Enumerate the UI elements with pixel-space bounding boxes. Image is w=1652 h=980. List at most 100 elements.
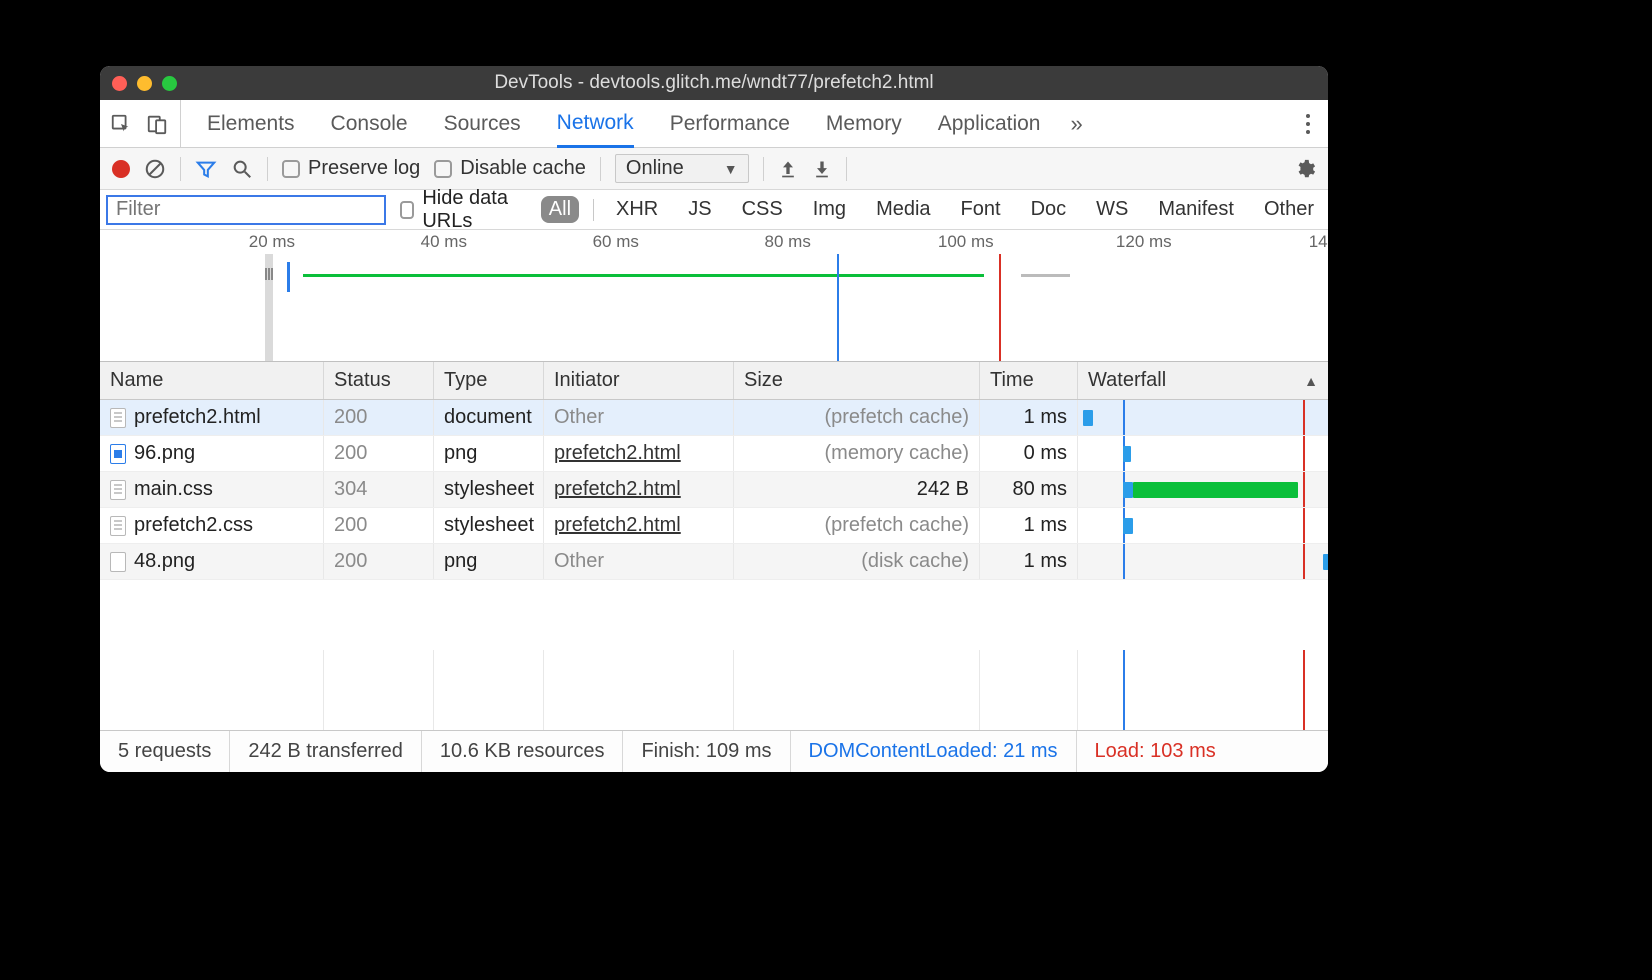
- col-status[interactable]: Status: [324, 362, 434, 399]
- sort-asc-icon: ▲: [1304, 373, 1318, 389]
- request-waterfall: [1078, 544, 1328, 579]
- dcl-line: [1123, 400, 1125, 435]
- file-icon: [110, 552, 126, 572]
- load-line: [1303, 400, 1305, 435]
- request-initiator[interactable]: prefetch2.html: [554, 514, 681, 537]
- col-size[interactable]: Size: [734, 362, 980, 399]
- preserve-log-label: Preserve log: [308, 157, 420, 180]
- request-status: 304: [324, 472, 434, 507]
- upload-icon[interactable]: [778, 159, 798, 179]
- request-size: (disk cache): [734, 544, 980, 579]
- load-line: [1303, 544, 1305, 579]
- request-row[interactable]: prefetch2.css200stylesheetprefetch2.html…: [100, 508, 1328, 544]
- request-size: 242 B: [734, 472, 980, 507]
- overview-left-handle[interactable]: [265, 254, 273, 361]
- request-status: 200: [324, 508, 434, 543]
- tab-memory[interactable]: Memory: [826, 100, 902, 147]
- record-button[interactable]: [112, 160, 130, 178]
- hide-data-urls-checkbox[interactable]: Hide data URLs: [400, 187, 527, 233]
- col-type[interactable]: Type: [434, 362, 544, 399]
- tab-application[interactable]: Application: [938, 100, 1041, 147]
- inspect-element-icon[interactable]: [110, 113, 132, 135]
- filter-input[interactable]: [106, 195, 386, 225]
- request-initiator: Other: [554, 550, 604, 573]
- request-row[interactable]: 48.png200pngOther(disk cache)1 ms: [100, 544, 1328, 580]
- request-grid: Name Status Type Initiator Size Time Wat…: [100, 362, 1328, 730]
- load-line: [1303, 436, 1305, 471]
- waterfall-request-bar: [1123, 482, 1133, 498]
- disable-cache-checkbox[interactable]: Disable cache: [434, 157, 586, 180]
- overview-tick: 40 ms: [421, 232, 467, 252]
- type-filter-font[interactable]: Font: [953, 196, 1009, 223]
- window-close-button[interactable]: [112, 76, 127, 91]
- tab-console[interactable]: Console: [331, 100, 408, 147]
- request-initiator[interactable]: prefetch2.html: [554, 478, 681, 501]
- col-time[interactable]: Time: [980, 362, 1078, 399]
- tab-elements[interactable]: Elements: [207, 100, 295, 147]
- waterfall-download-bar: [1133, 482, 1298, 498]
- tab-network[interactable]: Network: [557, 101, 634, 148]
- col-name[interactable]: Name: [100, 362, 324, 399]
- grid-header: Name Status Type Initiator Size Time Wat…: [100, 362, 1328, 400]
- col-initiator[interactable]: Initiator: [544, 362, 734, 399]
- request-row[interactable]: 96.png200pngprefetch2.html(memory cache)…: [100, 436, 1328, 472]
- request-name: 48.png: [134, 550, 195, 573]
- request-name: main.css: [134, 478, 213, 501]
- overflow-tabs-icon[interactable]: »: [1070, 111, 1082, 137]
- type-filter-xhr[interactable]: XHR: [608, 196, 666, 223]
- type-filter-media[interactable]: Media: [868, 196, 938, 223]
- type-filter-all[interactable]: All: [541, 196, 579, 223]
- request-row[interactable]: prefetch2.html200documentOther(prefetch …: [100, 400, 1328, 436]
- request-row[interactable]: main.css 304stylesheet prefetch2.html 242 B…: [100, 472, 1328, 508]
- clear-icon[interactable]: [144, 158, 166, 180]
- device-toolbar-icon[interactable]: [146, 113, 168, 135]
- type-filter-css[interactable]: CSS: [734, 196, 791, 223]
- panel-tabstrip: Elements Console Sources Network Performance…: [100, 100, 1328, 148]
- type-filter-manifest[interactable]: Manifest: [1150, 196, 1242, 223]
- preserve-log-checkbox[interactable]: Preserve log: [282, 157, 420, 180]
- search-icon[interactable]: [231, 158, 253, 180]
- overview-timeline[interactable]: 20 ms40 ms60 ms80 ms100 ms120 ms14: [100, 230, 1328, 362]
- window-title: DevTools - devtools.glitch.me/wndt77/pre…: [100, 72, 1328, 94]
- window-minimize-button[interactable]: [137, 76, 152, 91]
- type-filter-doc[interactable]: Doc: [1023, 196, 1075, 223]
- type-filter-ws[interactable]: WS: [1088, 196, 1136, 223]
- throttling-select[interactable]: Online ▼: [615, 154, 749, 183]
- waterfall-request-bar: [1123, 518, 1133, 534]
- request-name: 96.png: [134, 442, 195, 465]
- request-status: 200: [324, 400, 434, 435]
- request-size: (memory cache): [734, 436, 980, 471]
- request-initiator: Other: [554, 406, 604, 429]
- overview-tick: 20 ms: [249, 232, 295, 252]
- filter-bar: Hide data URLs All XHR JS CSS Img Media Font Do…: [100, 190, 1328, 230]
- col-waterfall[interactable]: Waterfall ▲: [1078, 362, 1328, 399]
- type-filter-js[interactable]: JS: [680, 196, 719, 223]
- window-zoom-button[interactable]: [162, 76, 177, 91]
- devtools-window: DevTools - devtools.glitch.me/wndt77/pre…: [100, 66, 1328, 772]
- status-load: Load: 103 ms: [1077, 731, 1234, 772]
- tab-performance[interactable]: Performance: [670, 100, 790, 147]
- request-time: 1 ms: [980, 400, 1078, 435]
- disable-cache-label: Disable cache: [460, 157, 586, 180]
- request-waterfall: [1078, 436, 1328, 471]
- status-transferred: 242 B transferred: [230, 731, 422, 772]
- tab-sources[interactable]: Sources: [444, 100, 521, 147]
- status-bar: 5 requests 242 B transferred 10.6 KB res…: [100, 730, 1328, 772]
- settings-icon[interactable]: [1294, 158, 1316, 180]
- type-filter-img[interactable]: Img: [805, 196, 854, 223]
- document-file-icon: [110, 408, 126, 428]
- type-filter-other[interactable]: Other: [1256, 196, 1322, 223]
- filter-icon[interactable]: [195, 158, 217, 180]
- download-icon[interactable]: [812, 159, 832, 179]
- request-type: stylesheet: [434, 472, 544, 507]
- dcl-line: [1123, 544, 1125, 579]
- window-controls: [112, 76, 177, 91]
- throttling-value: Online: [626, 157, 684, 180]
- image-file-icon: [110, 444, 126, 464]
- request-initiator[interactable]: prefetch2.html: [554, 442, 681, 465]
- request-type: png: [434, 436, 544, 471]
- overview-gap-bar: [1021, 274, 1070, 277]
- titlebar: DevTools - devtools.glitch.me/wndt77/pre…: [100, 66, 1328, 100]
- more-options-icon[interactable]: [1298, 110, 1318, 138]
- overview-tick: 120 ms: [1116, 232, 1172, 252]
